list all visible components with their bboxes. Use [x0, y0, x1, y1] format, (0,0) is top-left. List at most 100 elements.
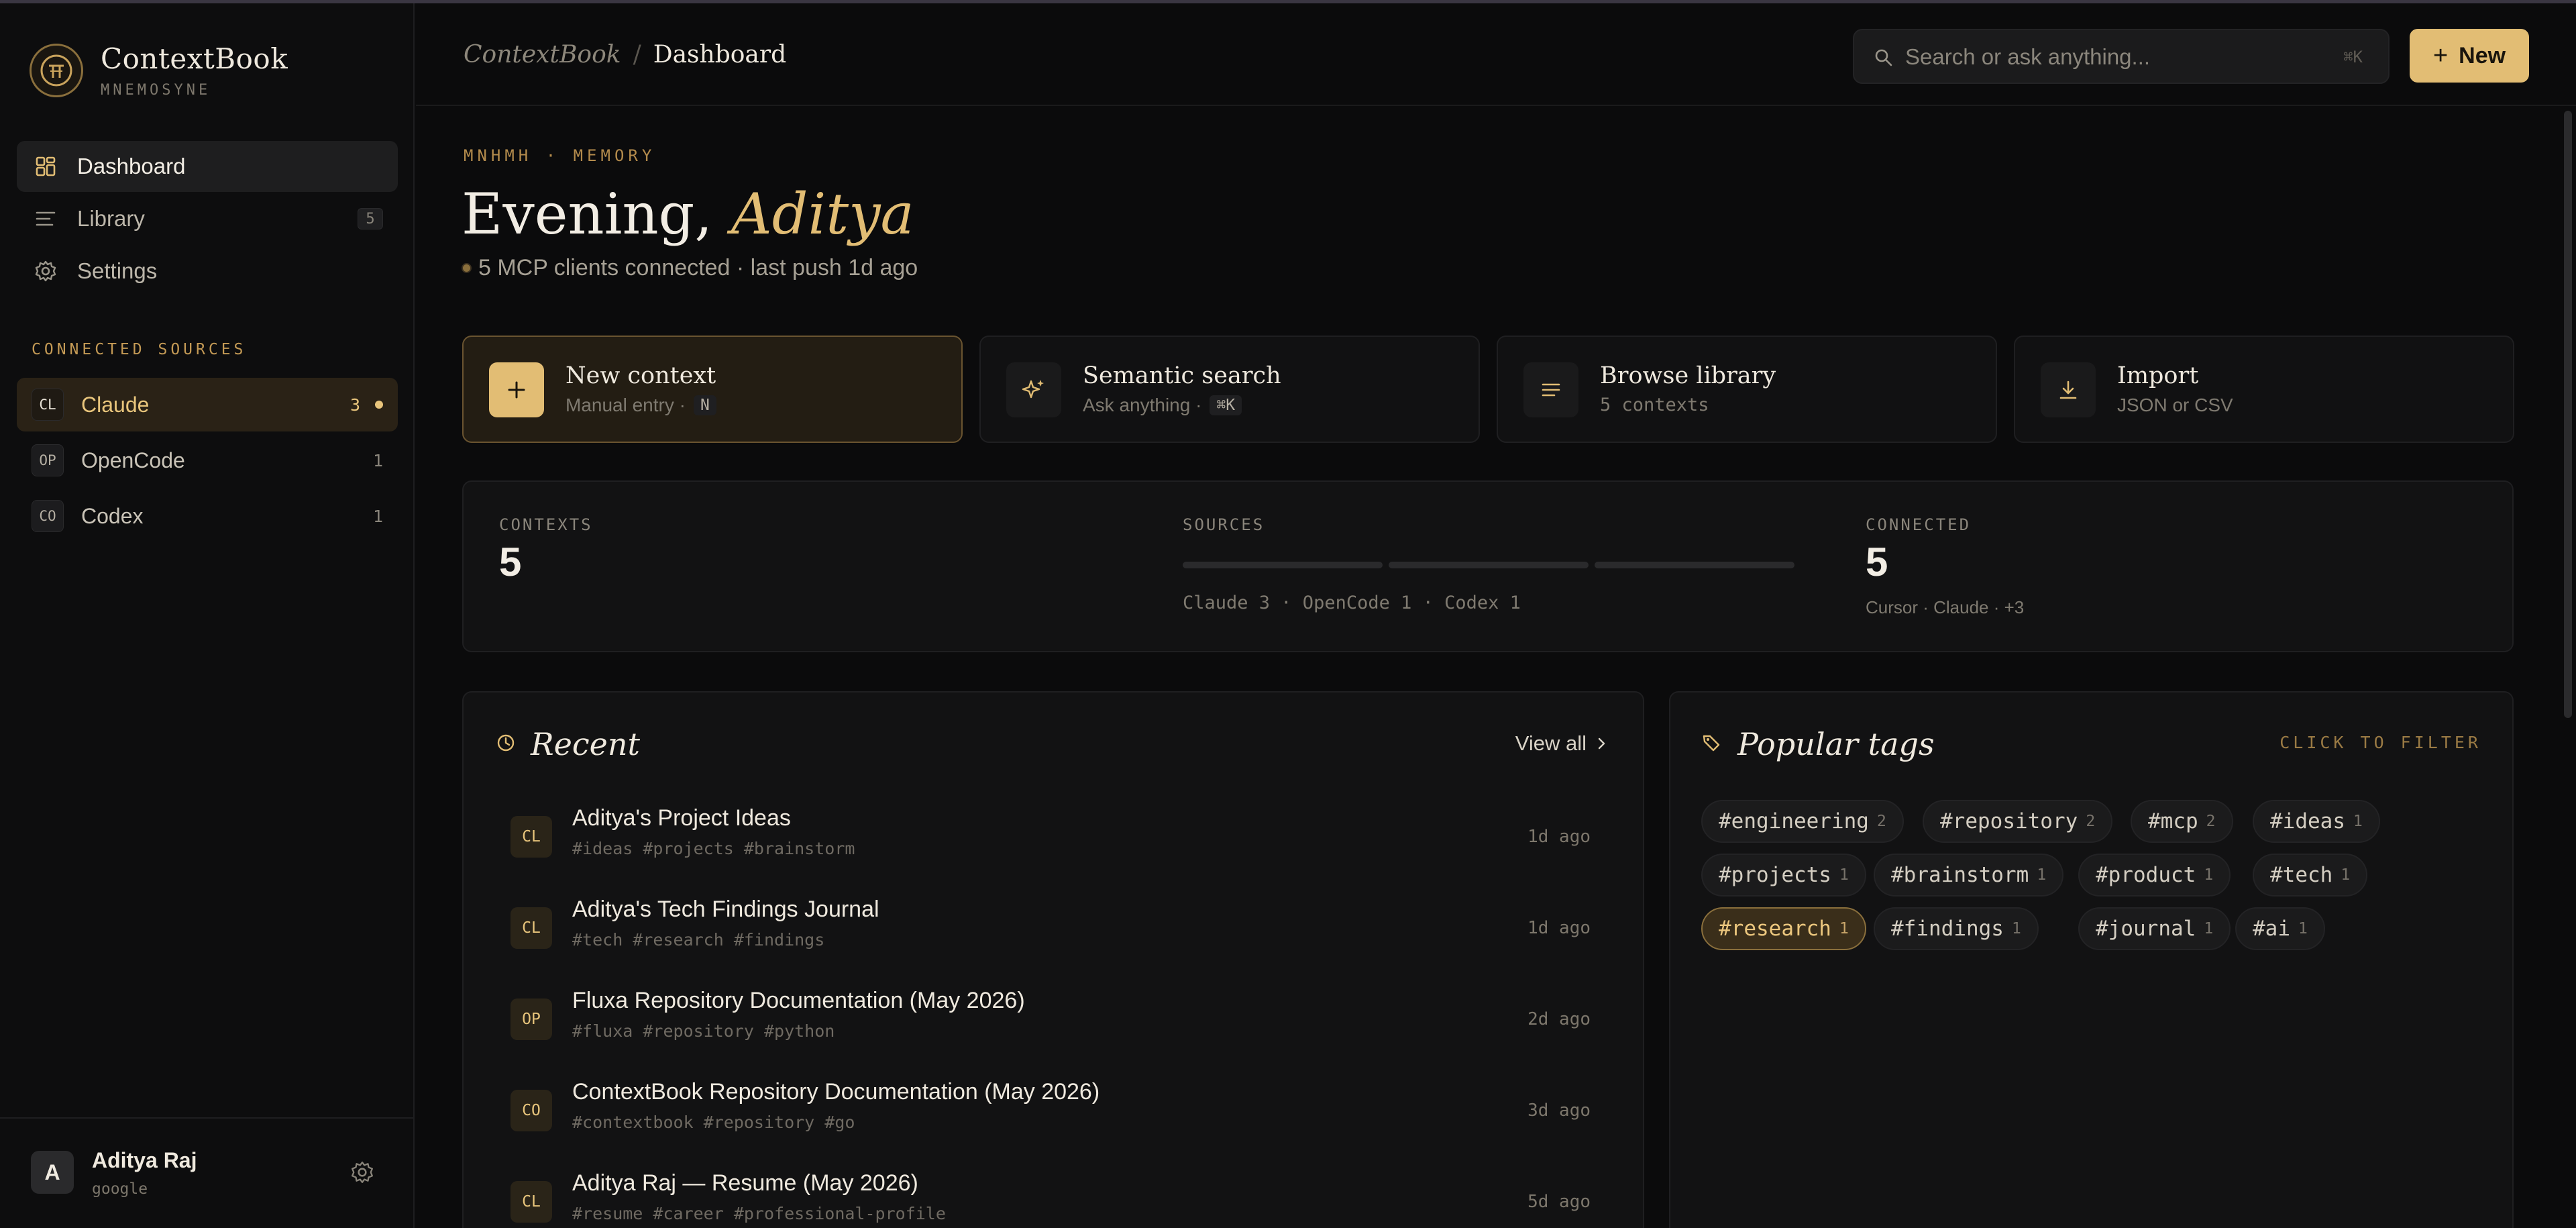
semantic-search-card[interactable]: Semantic search Ask anything · ⌘K — [979, 336, 1480, 443]
source-badge: CO — [32, 500, 64, 532]
tag-count: 1 — [1839, 920, 1849, 937]
new-button[interactable]: + New — [2410, 29, 2529, 83]
tag-chip[interactable]: #engineering 2 — [1701, 800, 1904, 843]
source-badge: CL — [511, 816, 552, 858]
tag-name: #engineering — [1719, 809, 1869, 833]
source-count: 3 — [350, 395, 360, 415]
brand-subtitle: MNEMOSYNE — [101, 82, 211, 99]
status-text: 5 MCP clients connected · last push 1d a… — [478, 255, 918, 280]
source-item-claude[interactable]: CL Claude 3 — [17, 378, 398, 431]
shortcut-chip: N — [693, 395, 716, 415]
list-item[interactable]: CL Aditya's Tech Findings Journal #tech … — [511, 891, 1591, 982]
list-item[interactable]: CL Aditya Raj — Resume (May 2026) #resum… — [511, 1165, 1591, 1228]
tag-chip[interactable]: #projects 1 — [1701, 854, 1866, 897]
browse-library-card[interactable]: Browse library 5 contexts — [1497, 336, 1997, 443]
search-input[interactable] — [1905, 42, 2308, 72]
tag-name: #ai — [2253, 917, 2290, 941]
main-nav: Dashboard Library 5 Settings — [17, 141, 398, 298]
source-badge: CL — [511, 907, 552, 949]
avatar[interactable]: A — [31, 1151, 74, 1194]
user-settings-gear-icon[interactable] — [350, 1160, 374, 1184]
tag-count: 1 — [2037, 866, 2047, 884]
search-box[interactable]: ⌘K — [1853, 29, 2390, 84]
tag-count: 1 — [1839, 866, 1849, 884]
list-item[interactable]: OP Fluxa Repository Documentation (May 2… — [511, 982, 1591, 1074]
stat-contexts-label: CONTEXTS — [499, 515, 593, 534]
action-title: New context — [566, 362, 716, 389]
tag-chip[interactable]: #journal 1 — [2078, 907, 2231, 950]
tag-chip[interactable]: #ai 1 — [2235, 907, 2325, 950]
tag-icon — [1701, 733, 1721, 753]
item-time: 1d ago — [1527, 918, 1591, 938]
source-bar-segment — [1595, 562, 1794, 568]
tag-name: #projects — [1719, 863, 1831, 887]
item-title: Aditya's Tech Findings Journal — [572, 897, 879, 922]
top-bar: ContextBook / Dashboard ⌘K + New — [416, 3, 2576, 106]
tag-chip[interactable]: #ideas 1 — [2253, 800, 2380, 843]
tag-name: #repository — [1940, 809, 2078, 833]
item-time: 3d ago — [1527, 1101, 1591, 1121]
list-item[interactable]: CO ContextBook Repository Documentation … — [511, 1074, 1591, 1165]
sparkle-icon — [1006, 362, 1061, 417]
item-tags: #resume #career #professional-profile — [572, 1204, 946, 1223]
item-title: Fluxa Repository Documentation (May 2026… — [572, 988, 1025, 1013]
brand-name: ContextBook — [101, 42, 288, 75]
greeting-text: Evening, — [462, 181, 713, 247]
source-item-codex[interactable]: CO Codex 1 — [17, 489, 398, 543]
list-item[interactable]: CL Aditya's Project Ideas #ideas #projec… — [511, 800, 1591, 891]
tag-chip-active[interactable]: #research 1 — [1701, 907, 1866, 950]
nav-item-library[interactable]: Library 5 — [17, 193, 398, 244]
shortcut-chip: ⌘K — [1210, 395, 1242, 415]
breadcrumb-separator: / — [633, 41, 641, 68]
import-card[interactable]: Import JSON or CSV — [2014, 336, 2514, 443]
source-badge: CL — [511, 1181, 552, 1223]
scrollbar-thumb[interactable] — [2564, 111, 2572, 718]
chevron-right-icon — [1598, 737, 1605, 750]
stat-contexts-value: 5 — [499, 540, 522, 584]
nav-item-settings[interactable]: Settings — [17, 246, 398, 297]
item-title: Aditya Raj — Resume (May 2026) — [572, 1170, 918, 1196]
view-all-label: View all — [1515, 731, 1587, 755]
click-to-filter-hint: CLICK TO FILTER — [2279, 733, 2481, 752]
gear-icon — [34, 260, 57, 283]
brand[interactable]: ContextBook MNEMOSYNE — [30, 42, 288, 99]
search-shortcut-hint: ⌘K — [2343, 48, 2363, 66]
tag-chip[interactable]: #findings 1 — [1874, 907, 2039, 950]
dashboard-grid-icon — [34, 155, 57, 178]
tag-count: 1 — [2204, 866, 2214, 884]
action-sub-text: Ask anything · — [1083, 395, 1202, 415]
new-button-label: New — [2459, 42, 2506, 68]
new-context-card[interactable]: New context Manual entry · N — [462, 336, 963, 443]
item-title: Aditya's Project Ideas — [572, 805, 791, 831]
nav-item-dashboard[interactable]: Dashboard — [17, 141, 398, 192]
view-all-link[interactable]: View all — [1515, 731, 1608, 756]
tag-chip[interactable]: #tech 1 — [2253, 854, 2368, 897]
sources-list: CL Claude 3 OP OpenCode 1 CO Codex 1 — [17, 378, 398, 545]
tag-chip[interactable]: #product 1 — [2078, 854, 2231, 897]
stat-sources-label: SOURCES — [1183, 515, 1265, 534]
tag-chip[interactable]: #repository 2 — [1923, 800, 2113, 843]
recent-title: Recent — [531, 726, 640, 762]
user-profile: A Aditya Raj google — [0, 1117, 413, 1228]
source-item-opencode[interactable]: OP OpenCode 1 — [17, 433, 398, 487]
tag-name: #brainstorm — [1891, 863, 2029, 887]
tag-chip[interactable]: #brainstorm 1 — [1874, 854, 2064, 897]
tag-name: #tech — [2270, 863, 2333, 887]
tag-name: #ideas — [2270, 809, 2345, 833]
connection-status: 5 MCP clients connected · last push 1d a… — [462, 255, 918, 281]
tag-name: #findings — [1891, 917, 2004, 941]
item-time: 5d ago — [1527, 1192, 1591, 1212]
clock-icon — [496, 733, 516, 753]
stat-connected-label: CONNECTED — [1866, 515, 1972, 534]
library-count-badge: 5 — [358, 208, 383, 229]
action-sub-text: Manual entry · — [566, 395, 686, 415]
breadcrumb-current: Dashboard — [653, 41, 787, 68]
tag-count: 2 — [2206, 813, 2216, 830]
source-bar-segment — [1389, 562, 1589, 568]
user-name: Aditya Raj — [92, 1148, 197, 1172]
breadcrumb-root[interactable]: ContextBook — [464, 41, 621, 68]
source-bar-segment — [1183, 562, 1383, 568]
action-subtitle: 5 contexts — [1600, 395, 1709, 415]
tag-chip[interactable]: #mcp 2 — [2131, 800, 2233, 843]
active-dot-icon — [375, 401, 383, 409]
